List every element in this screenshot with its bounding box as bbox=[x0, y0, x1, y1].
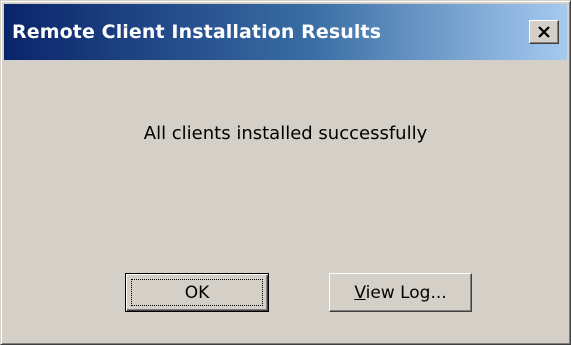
close-button[interactable] bbox=[529, 20, 559, 44]
window-title: Remote Client Installation Results bbox=[12, 21, 382, 43]
view-log-label-rest: iew Log... bbox=[365, 282, 447, 303]
view-log-mnemonic: V bbox=[354, 282, 366, 303]
close-icon bbox=[538, 26, 550, 38]
result-message: All clients installed successfully bbox=[143, 123, 428, 144]
view-log-button-label: View Log... bbox=[354, 283, 446, 303]
title-bar[interactable]: Remote Client Installation Results bbox=[4, 4, 567, 60]
dialog-window: Remote Client Installation Results All c… bbox=[0, 0, 571, 345]
ok-button[interactable]: OK bbox=[125, 273, 269, 312]
ok-button-label: OK bbox=[184, 282, 210, 303]
view-log-button[interactable]: View Log... bbox=[329, 273, 472, 312]
